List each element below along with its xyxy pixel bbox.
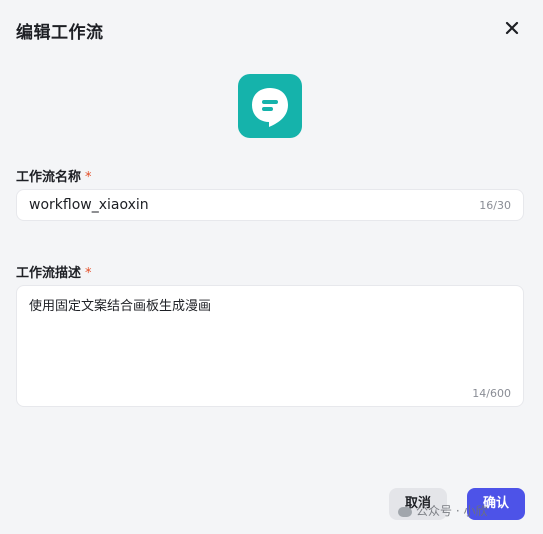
edit-workflow-dialog: 编辑工作流 工作流名称 * workflow_xiaoxin 16/30 工作流描… [0,0,543,534]
workflow-name-label: 工作流名称 * [16,166,92,185]
workflow-name-value: workflow_xiaoxin [29,197,149,213]
workflow-description-value: 使用固定文案结合画板生成漫画 [29,299,212,314]
workflow-description-counter: 14/600 [472,387,511,400]
confirm-button[interactable]: 确认 [467,488,525,520]
close-icon [505,21,519,35]
workflow-description-label: 工作流描述 * [16,262,92,281]
close-button[interactable] [503,19,521,37]
workflow-name-counter: 16/30 [479,199,511,212]
chat-bubble-icon [252,88,288,127]
required-mark: * [85,170,92,185]
required-mark: * [85,266,92,281]
workflow-description-label-text: 工作流描述 [16,266,82,281]
cancel-button[interactable]: 取消 [389,488,447,520]
workflow-description-textarea[interactable]: 使用固定文案结合画板生成漫画 14/600 [16,285,524,407]
workflow-name-label-text: 工作流名称 [16,170,82,185]
workflow-avatar[interactable] [238,74,302,138]
workflow-name-input[interactable]: workflow_xiaoxin 16/30 [16,189,524,221]
dialog-title: 编辑工作流 [16,23,104,43]
